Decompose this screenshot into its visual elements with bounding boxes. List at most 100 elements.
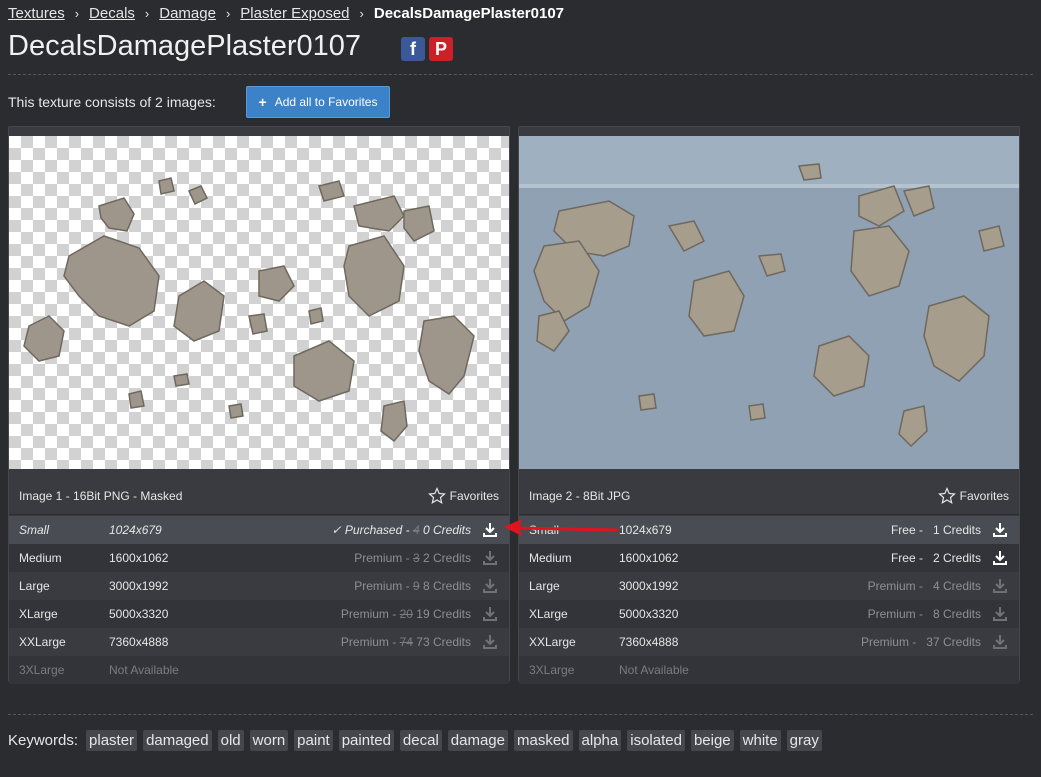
table-row[interactable]: XXLarge 7360x4888 Premium - 37 Credits <box>519 628 1019 656</box>
price: Premium - 9 8 Credits <box>239 579 481 593</box>
download-icon[interactable] <box>991 578 1009 594</box>
resolution: 1024x679 <box>109 523 162 537</box>
keyword-tag[interactable]: masked <box>514 730 573 751</box>
download-icon[interactable] <box>991 634 1009 650</box>
price-tier: Premium - <box>354 579 410 593</box>
size-label: XLarge <box>529 607 568 621</box>
credits: 2 Credits <box>932 551 981 565</box>
image-1-title: Image 1 - 16Bit PNG - Masked <box>19 488 183 503</box>
resolution: 5000x3320 <box>109 607 169 621</box>
credits: 37 Credits <box>926 635 981 649</box>
keyword-tag[interactable]: damaged <box>143 730 212 751</box>
image-1-download-options: Small 1024x679 ✓ Purchased - 4 0 Credits… <box>9 516 509 684</box>
breadcrumb-separator: › <box>359 5 364 21</box>
price-tier: Free - <box>890 551 923 565</box>
table-row[interactable]: XXLarge 7360x4888 Premium - 74 73 Credit… <box>9 628 509 656</box>
breadcrumb-link-textures[interactable]: Textures <box>8 5 65 22</box>
resolution: 3000x1992 <box>109 579 169 593</box>
keyword-tag[interactable]: white <box>739 730 781 751</box>
credits: 1 Credits <box>932 523 981 537</box>
credits: 2 Credits <box>422 551 471 565</box>
breadcrumb: Textures › Decals › Damage › Plaster Exp… <box>8 3 564 23</box>
download-icon[interactable] <box>481 550 499 566</box>
keyword-tag[interactable]: isolated <box>627 730 685 751</box>
size-label: Small <box>19 523 50 537</box>
breadcrumb-link-decals[interactable]: Decals <box>89 5 135 22</box>
download-icon[interactable] <box>991 522 1009 538</box>
facebook-share-icon[interactable]: f <box>401 37 425 61</box>
size-label: Medium <box>19 551 62 565</box>
download-icon[interactable] <box>481 634 499 650</box>
size-label: XXLarge <box>19 635 66 649</box>
breadcrumb-link-plaster-exposed[interactable]: Plaster Exposed <box>240 5 349 22</box>
breadcrumb-current: DecalsDamagePlaster0107 <box>373 4 565 22</box>
social-share: f P <box>401 37 453 61</box>
breadcrumb-separator: › <box>74 5 80 21</box>
add-all-to-favorites-button[interactable]: + Add all to Favorites <box>246 86 390 118</box>
image-count-text: This texture consists of 2 images: <box>8 94 216 110</box>
keyword-tag[interactable]: plaster <box>86 730 138 751</box>
price: Free - 2 Credits <box>749 551 991 565</box>
image-1-favorites-button[interactable]: Favorites <box>427 486 499 505</box>
keyword-tag[interactable]: painted <box>338 730 394 751</box>
divider <box>8 714 1033 715</box>
resolution: 7360x4888 <box>109 635 169 649</box>
breadcrumb-separator: › <box>225 5 231 21</box>
keyword-tag[interactable]: decal <box>399 730 442 751</box>
download-icon[interactable] <box>991 606 1009 622</box>
size-label: 3XLarge <box>529 663 575 677</box>
download-icon[interactable] <box>481 606 499 622</box>
table-row[interactable]: Small 1024x679 ✓ Purchased - 4 0 Credits <box>9 516 509 544</box>
add-all-to-favorites-label: Add all to Favorites <box>274 95 378 109</box>
checkmark-icon: ✓ <box>331 523 342 537</box>
resolution: 1600x1062 <box>619 551 679 565</box>
download-icon[interactable] <box>481 522 499 538</box>
image-2-download-options: Small 1024x679 Free - 1 Credits Medium 1… <box>519 516 1019 684</box>
price: Premium - 74 73 Credits <box>239 635 481 649</box>
price-tier: Purchased - <box>344 523 410 537</box>
keyword-tag[interactable]: paint <box>294 730 333 751</box>
pinterest-share-icon[interactable]: P <box>429 37 453 61</box>
resolution: Not Available <box>619 663 689 677</box>
table-row[interactable]: Large 3000x1992 Premium - 4 Credits <box>519 572 1019 600</box>
resolution: 7360x4888 <box>619 635 679 649</box>
credits: 0 Credits <box>422 523 471 537</box>
table-row: 3XLarge Not Available <box>519 656 1019 684</box>
download-icon[interactable] <box>991 550 1009 566</box>
star-icon <box>937 486 956 504</box>
table-row[interactable]: XLarge 5000x3320 Premium - 20 19 Credits <box>9 600 509 628</box>
old-price: 9 <box>412 579 420 593</box>
image-preview-masked[interactable] <box>9 136 509 469</box>
page-title: DecalsDamagePlaster0107 <box>8 30 362 62</box>
red-arrow-annotation <box>504 519 619 536</box>
price: Premium - 20 19 Credits <box>239 607 481 621</box>
table-row[interactable]: Medium 1600x1062 Premium - 3 2 Credits <box>9 544 509 572</box>
old-price: 4 <box>412 523 420 537</box>
divider <box>8 74 1033 75</box>
image-1-header: Image 1 - 16Bit PNG - Masked Favorites <box>9 477 509 515</box>
image-2-header: Image 2 - 8Bit JPG Favorites <box>519 477 1019 515</box>
image-card-1: Image 1 - 16Bit PNG - Masked Favorites S… <box>8 126 510 684</box>
keyword-tag[interactable]: beige <box>690 730 734 751</box>
keyword-tag[interactable]: gray <box>786 730 822 751</box>
price: Free - 1 Credits <box>749 523 991 537</box>
keyword-tag[interactable]: old <box>217 730 244 751</box>
keyword-tag[interactable]: worn <box>249 730 289 751</box>
image-2-favorites-button[interactable]: Favorites <box>937 486 1009 505</box>
breadcrumb-separator: › <box>144 5 150 21</box>
table-row[interactable]: XLarge 5000x3320 Premium - 8 Credits <box>519 600 1019 628</box>
keywords-label: Keywords: <box>8 732 79 749</box>
price-tier: Premium - <box>354 551 410 565</box>
table-row: 3XLarge Not Available <box>9 656 509 684</box>
table-row[interactable]: Medium 1600x1062 Free - 2 Credits <box>519 544 1019 572</box>
keyword-tag[interactable]: damage <box>447 730 508 751</box>
breadcrumb-link-damage[interactable]: Damage <box>159 5 216 22</box>
price-tier: Free - <box>890 523 923 537</box>
table-row[interactable]: Large 3000x1992 Premium - 9 8 Credits <box>9 572 509 600</box>
keyword-tag[interactable]: alpha <box>578 730 622 751</box>
download-icon[interactable] <box>481 578 499 594</box>
price-tier: Premium - <box>867 607 923 621</box>
image-preview-wall[interactable] <box>519 136 1019 469</box>
plaster-patches-masked <box>23 177 475 443</box>
price: Premium - 8 Credits <box>749 607 991 621</box>
